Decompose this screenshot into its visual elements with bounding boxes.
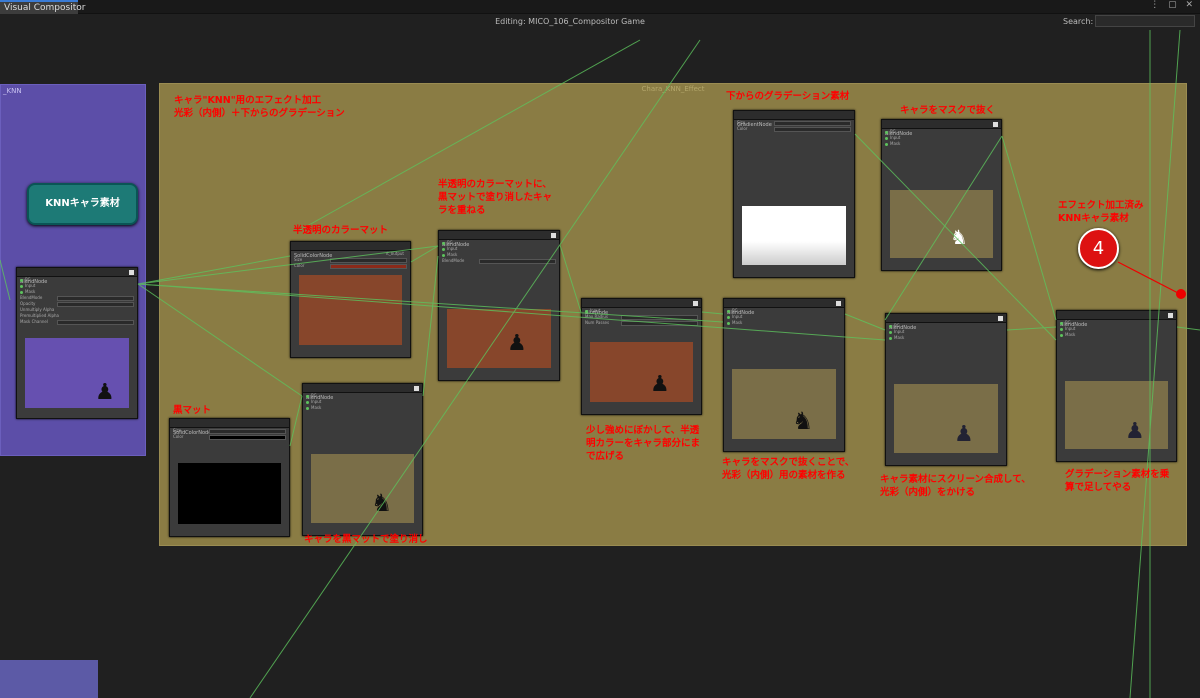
port-icon[interactable]	[727, 309, 730, 313]
annotation-mask-glow: キャラをマスクで抜くことで、 光彩（内側）用の素材を作る	[722, 457, 855, 481]
opacity-field[interactable]	[56, 302, 134, 307]
overlay-blend-node[interactable]: BlendNode BG Input Mask BlendMode ♟	[438, 230, 560, 381]
port-icon[interactable]	[727, 315, 730, 319]
port-icon[interactable]	[306, 400, 309, 404]
group-bottom[interactable]	[0, 660, 98, 698]
num-passes-field[interactable]	[621, 321, 698, 326]
enable-checkbox[interactable]	[414, 386, 419, 391]
annotation-main-title: キャラ"KNN"用のエフェクト加工 光彩（内側）＋下からのグラデーション	[174, 95, 345, 119]
enable-checkbox[interactable]	[1168, 313, 1173, 318]
node-preview: ♞	[890, 190, 993, 258]
node-preview	[178, 463, 281, 524]
node-preview	[742, 206, 846, 265]
search-input[interactable]	[1095, 15, 1195, 27]
black-mat-node[interactable]: SolidColorNode Size Color	[169, 418, 290, 537]
mask-glow-node[interactable]: BlendNode BG Input Mask ♞	[723, 298, 845, 452]
port-icon[interactable]	[1060, 327, 1063, 331]
editor-toolbar: Visual Compositor ⋮ ▢ ✕	[0, 0, 1200, 14]
group-effect-title: Chara_KNN_Effect	[641, 85, 705, 93]
max-radius-field[interactable]	[621, 315, 698, 320]
color-field[interactable]	[209, 435, 286, 440]
annotation-gradient: 下からのグラデーション素材	[726, 91, 850, 102]
window-menu-icons[interactable]: ⋮ ▢ ✕	[1150, 0, 1196, 10]
port-icon[interactable]	[585, 309, 588, 313]
size-field[interactable]	[209, 429, 286, 434]
annotation-erase: キャラを黒マットで塗り消し	[304, 534, 428, 545]
enable-checkbox[interactable]	[551, 233, 556, 238]
tab-visual-compositor[interactable]: Visual Compositor	[0, 0, 85, 14]
port-icon[interactable]	[442, 253, 445, 257]
node-preview: ♟	[894, 384, 998, 453]
annotation-overlay: 半透明のカラーマットに、 黒マットで塗り消したキャ ラを重ねる	[438, 179, 553, 216]
node-preview: ♟	[25, 338, 129, 408]
size-field[interactable]	[330, 258, 407, 263]
port-icon[interactable]	[885, 130, 888, 134]
annotation-effect-done: エフェクト加工済み KNNキャラ素材	[1058, 200, 1144, 224]
port-icon[interactable]	[306, 406, 309, 410]
blend-mode-select[interactable]	[56, 296, 134, 301]
output-endpoint	[1176, 289, 1186, 299]
port-icon[interactable]	[20, 290, 23, 294]
port-icon[interactable]	[442, 247, 445, 251]
node-preview: ♟	[590, 342, 693, 402]
mask-chara-node[interactable]: BlendNode BG Input Mask ♞	[881, 119, 1002, 271]
node-preview	[299, 275, 402, 345]
annotation-semi-transparent: 半透明のカラーマット	[293, 225, 389, 236]
annotation-black-mat: 黒マット	[173, 405, 212, 416]
enable-checkbox[interactable]	[129, 270, 134, 275]
annotation-screen: キャラ素材にスクリーン合成して、 光彩（内側）をかける	[880, 474, 1031, 498]
port-icon[interactable]	[442, 241, 445, 245]
port-icon[interactable]	[727, 321, 730, 325]
port-icon[interactable]	[20, 284, 23, 288]
editing-label: Editing: MICO_106_Compositor Game	[495, 17, 645, 26]
group-knn-title: _KNN	[3, 87, 22, 95]
node-preview: ♞	[732, 369, 836, 439]
color-field[interactable]	[330, 264, 407, 269]
annotation-multiply: グラデーション素材を乗 算で足してやる	[1065, 469, 1170, 493]
port-icon[interactable]	[885, 142, 888, 146]
knn-blend-node[interactable]: BlendNode BG Input Mask BlendMode Opacit…	[16, 267, 138, 419]
port-icon[interactable]	[885, 136, 888, 140]
erase-chara-node[interactable]: BlendNode BG Input Mask ♞	[302, 383, 423, 536]
size-field[interactable]	[773, 121, 851, 126]
blend-mode-select[interactable]	[478, 259, 556, 264]
enable-checkbox[interactable]	[998, 316, 1003, 321]
port-icon[interactable]	[889, 336, 892, 340]
semi-transparent-color-node[interactable]: SolidColorNode rt_output Size Color	[290, 241, 411, 358]
step-marker: 4	[1078, 228, 1119, 269]
port-icon[interactable]	[20, 278, 23, 282]
gradient-node[interactable]: GradientNode Size Color	[733, 110, 855, 278]
node-preview: ♟	[1065, 381, 1168, 449]
color-field[interactable]	[773, 127, 851, 132]
port-icon[interactable]	[889, 330, 892, 334]
port-icon[interactable]	[889, 324, 892, 328]
search-label: Search:	[1063, 17, 1094, 26]
screen-blend-node[interactable]: BlendNode BG Input Mask ♟	[885, 313, 1007, 466]
node-preview: ♟	[447, 309, 551, 368]
enable-checkbox[interactable]	[993, 122, 998, 127]
enable-checkbox[interactable]	[693, 301, 698, 306]
node-preview: ♞	[311, 454, 414, 523]
mask-channel-select[interactable]	[56, 320, 134, 325]
annotation-blur: 少し強めにぼかして、半透 明カラーをキャラ部分にま で広げる	[586, 425, 701, 462]
port-icon[interactable]	[1060, 333, 1063, 337]
port-icon[interactable]	[1060, 321, 1063, 325]
port-icon[interactable]	[306, 394, 309, 398]
knn-material-callout: KNNキャラ素材	[27, 183, 138, 225]
blur-node[interactable]: BlurNode Input Max Radius Num Passes ♟	[581, 298, 702, 415]
multiply-gradient-node[interactable]: BlendNode BG Input Mask ♟	[1056, 310, 1177, 462]
annotation-mask: キャラをマスクで抜く	[900, 105, 996, 116]
enable-checkbox[interactable]	[836, 301, 841, 306]
